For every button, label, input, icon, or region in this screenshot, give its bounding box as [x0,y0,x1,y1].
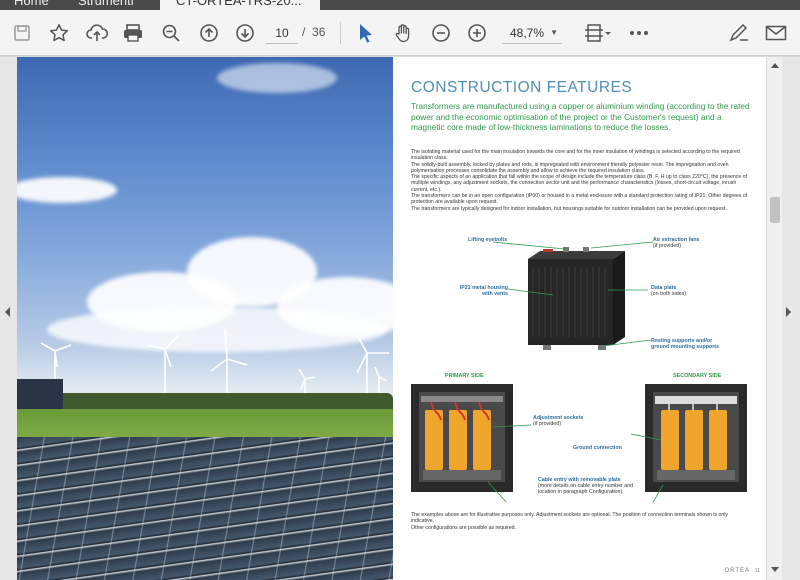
tab-bar: Home Strumenti CT-ORTEA-TRS-20... [0,0,800,10]
scroll-down-icon[interactable] [771,567,779,572]
cloud-upload-icon[interactable] [84,10,110,56]
label-air-extraction: Air extraction fans [653,237,700,243]
tab-document[interactable]: CT-ORTEA-TRS-20... [160,0,320,10]
toolbar-divider [340,22,341,44]
brand-logo: ORTEA [724,568,750,574]
label-data-plate: Data plate [651,285,677,291]
envelope-icon[interactable] [762,10,790,56]
cursor-arrow-icon[interactable] [354,10,378,56]
chevron-down-icon: ▼ [550,28,558,37]
printer-icon[interactable] [120,10,146,56]
label-lifting-eyebolts: Lifting eyebolts [468,237,508,243]
plus-circle-icon[interactable] [464,10,490,56]
label-ground-connection: Ground connection [573,445,622,451]
lead-paragraph: Transformers are manufactured using a co… [411,101,750,133]
page-title: CONSTRUCTION FEATURES [411,79,633,96]
arrow-down-circle-icon[interactable] [232,10,258,56]
chevron-left-icon[interactable] [5,307,10,317]
pen-sign-icon[interactable] [726,10,752,56]
document-page: CONSTRUCTION FEATURES Transformers are m… [393,57,766,580]
magnifier-icon[interactable] [158,10,184,56]
scrollbar-thumb[interactable] [770,197,780,223]
label-secondary-side: SECONDARY SIDE [673,373,722,379]
hand-icon[interactable] [390,10,416,56]
more-dots-icon[interactable] [626,10,652,56]
zoom-value: 48,7% [510,25,545,40]
label-resting-supports: Resting supports and/or [651,338,713,344]
label-adjustment-sockets: Adjustment sockets [533,415,584,421]
toolbar: / 36 48,7% ▼ [0,10,800,56]
label-cable-entry: Cable entry with removable plate [538,477,621,483]
page-number: 11 [754,568,760,574]
tab-home[interactable]: Home [14,0,49,10]
page-fit-icon[interactable] [580,10,616,56]
page-count: / 36 [302,25,326,39]
star-icon[interactable] [46,10,72,56]
page-number-input[interactable] [266,22,298,44]
tab-strumenti[interactable]: Strumenti [78,0,134,10]
label-primary-side: PRIMARY SIDE [445,373,484,379]
zoom-select[interactable]: 48,7% ▼ [502,22,562,44]
wind-solar-photo [17,57,393,580]
document-viewer[interactable]: CONSTRUCTION FEATURES Transformers are m… [0,57,800,580]
body-text: The isolating material used for the main… [411,149,748,212]
arrow-up-circle-icon[interactable] [196,10,222,56]
minus-circle-icon[interactable] [428,10,454,56]
label-ip21-housing: IP21 metal housing [459,285,508,291]
footer-notes: The examples above are for illustrative … [411,512,728,531]
chevron-right-icon[interactable] [786,307,791,317]
vertical-scrollbar[interactable] [766,57,782,580]
save-icon[interactable] [10,10,34,56]
scroll-up-icon[interactable] [771,63,779,68]
